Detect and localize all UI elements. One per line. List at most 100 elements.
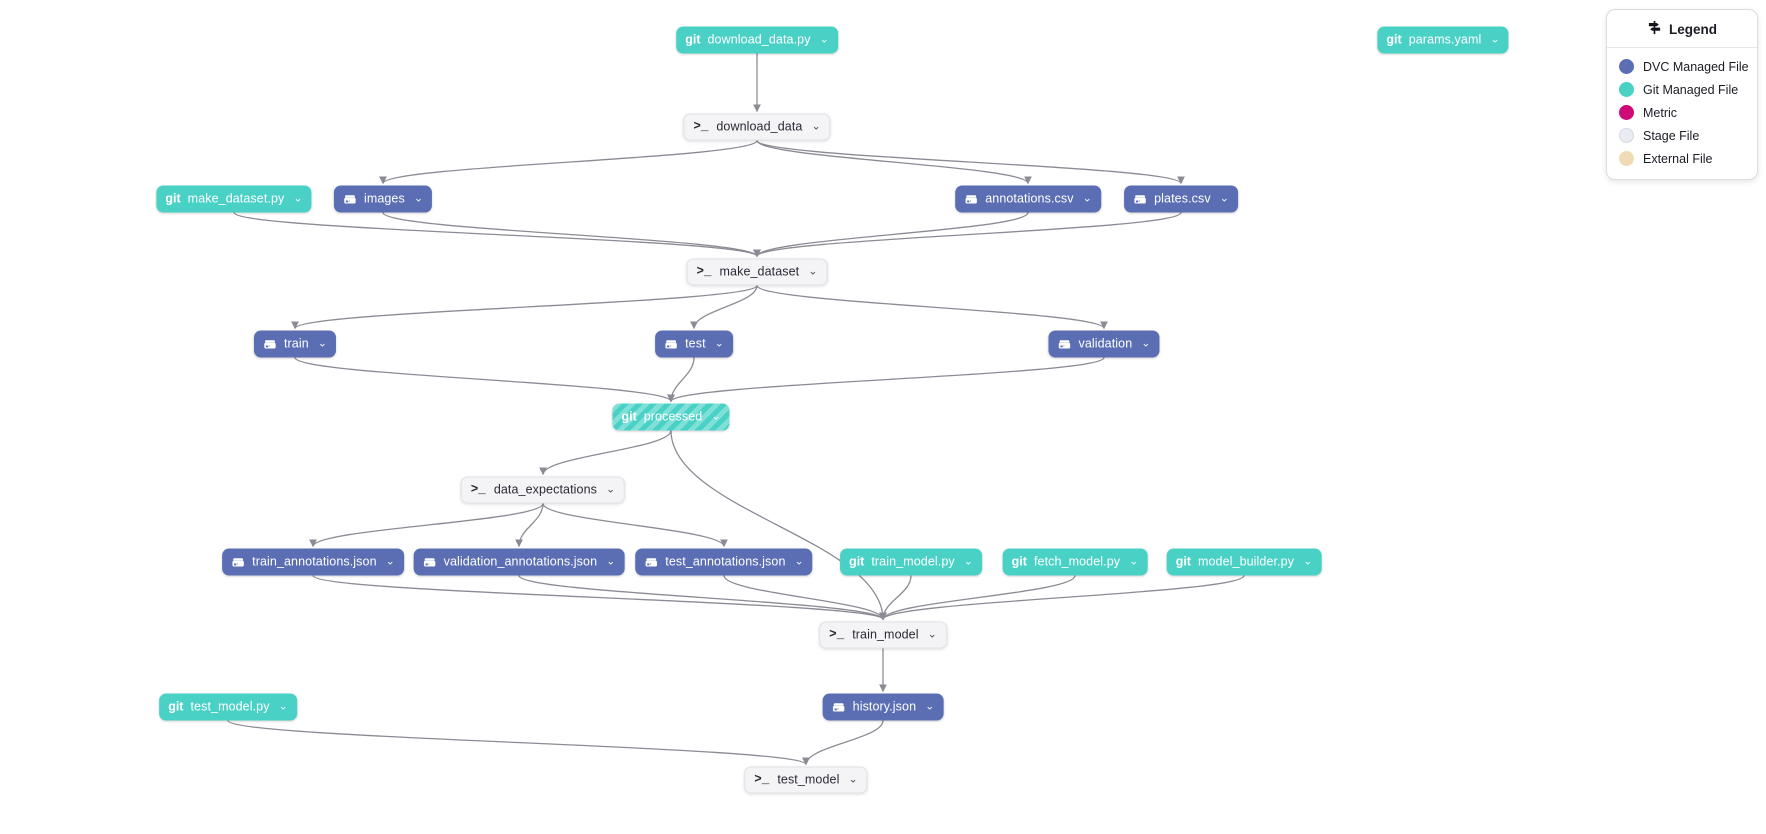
dag-node-train_annotations_json[interactable]: train_annotations.json ⌄ — [222, 548, 404, 576]
dag-node-label: test_annotations.json — [665, 554, 786, 569]
dag-node-train[interactable]: train ⌄ — [253, 330, 337, 358]
dag-node-download_data[interactable]: >_ download_data ⌄ — [683, 113, 831, 141]
dvc-file-icon — [231, 555, 245, 569]
chevron-down-icon[interactable]: ⌄ — [808, 266, 817, 278]
git-icon: git — [849, 554, 865, 569]
dag-edge-train_annotations_json-to-train_model — [312, 574, 887, 621]
legend-swatch-git-managed-file — [1619, 82, 1634, 97]
dag-edge-train-to-processed — [294, 356, 675, 403]
legend-item-metric: Metric — [1607, 101, 1757, 124]
legend-items: DVC Managed File Git Managed File Metric St… — [1607, 48, 1757, 179]
dag-node-label: download_data.py — [707, 32, 811, 47]
dag-node-validation_annotations_json[interactable]: validation_annotations.json ⌄ — [413, 548, 625, 576]
dag-node-test[interactable]: test ⌄ — [655, 330, 733, 358]
dag-node-label: train_annotations.json — [252, 554, 377, 569]
dag-node-label: history.json — [852, 699, 917, 714]
chevron-down-icon[interactable]: ⌄ — [414, 193, 423, 205]
dag-node-history_json[interactable]: history.json ⌄ — [822, 693, 944, 721]
dag-node-model_builder_py[interactable]: git model_builder.py ⌄ — [1166, 548, 1322, 576]
dag-edge-make_dataset_py-to-make_dataset — [233, 211, 761, 258]
dag-node-validation[interactable]: validation ⌄ — [1048, 330, 1160, 358]
dag-node-make_dataset[interactable]: >_ make_dataset ⌄ — [686, 258, 828, 286]
chevron-down-icon[interactable]: ⌄ — [1490, 34, 1499, 46]
dag-node-label: fetch_model.py — [1033, 554, 1121, 569]
dag-node-annotations_csv[interactable]: annotations.csv ⌄ — [955, 185, 1101, 213]
dag-node-download_data_py[interactable]: git download_data.py ⌄ — [676, 26, 838, 54]
dvc-file-icon — [964, 192, 978, 206]
chevron-down-icon[interactable]: ⌄ — [279, 701, 288, 713]
legend-label: Metric — [1643, 105, 1678, 120]
chevron-down-icon[interactable]: ⌄ — [1129, 556, 1138, 568]
dag-node-fetch_model_py[interactable]: git fetch_model.py ⌄ — [1002, 548, 1148, 576]
dag-edge-validation-to-processed — [667, 356, 1105, 403]
dag-node-label: download_data — [716, 119, 803, 134]
dag-node-label: validation — [1078, 336, 1133, 351]
dag-node-label: train_model — [852, 627, 919, 642]
chevron-down-icon[interactable]: ⌄ — [386, 556, 395, 568]
signpost-icon — [1647, 20, 1662, 38]
chevron-down-icon[interactable]: ⌄ — [1141, 338, 1150, 350]
legend-swatch-stage-file — [1619, 128, 1634, 143]
dag-node-train_model[interactable]: >_ train_model ⌄ — [819, 621, 947, 649]
legend-item-stage-file: Stage File — [1607, 124, 1757, 147]
dvc-file-icon — [263, 337, 277, 351]
dag-node-images[interactable]: images ⌄ — [333, 185, 433, 213]
chevron-down-icon[interactable]: ⌄ — [1303, 556, 1312, 568]
chevron-down-icon[interactable]: ⌄ — [715, 338, 724, 350]
legend-swatch-dvc-managed-file — [1619, 59, 1634, 74]
legend-title-text: Legend — [1668, 21, 1717, 37]
legend-title-row: Legend — [1607, 10, 1757, 48]
dag-node-label: annotations.csv — [985, 191, 1074, 206]
dag-edge-test_model_py-to-test_model — [227, 719, 810, 766]
dag-edge-test_annotations_json-to-train_model — [723, 575, 887, 621]
chevron-down-icon[interactable]: ⌄ — [1083, 193, 1092, 205]
legend-label: External File — [1643, 151, 1713, 166]
dag-edge-make_dataset-to-validation — [756, 284, 1108, 330]
git-icon: git — [1386, 32, 1402, 47]
dvc-file-icon — [1133, 192, 1147, 206]
dag-edge-processed-to-data_expectations — [539, 430, 672, 476]
dag-node-test_model[interactable]: >_ test_model ⌄ — [744, 766, 868, 794]
chevron-down-icon[interactable]: ⌄ — [820, 34, 829, 46]
dag-node-params_yaml[interactable]: git params.yaml ⌄ — [1377, 26, 1509, 54]
dag-node-processed[interactable]: git processed ⌄ — [612, 403, 730, 431]
dag-node-label: test_model.py — [190, 699, 270, 714]
chevron-down-icon[interactable]: ⌄ — [848, 774, 857, 786]
dag-edge-test-to-processed — [667, 357, 695, 403]
dag-node-test_annotations_json[interactable]: test_annotations.json ⌄ — [635, 548, 813, 576]
dag-edge-download_data-to-plates_csv — [756, 139, 1185, 185]
chevron-down-icon[interactable]: ⌄ — [925, 701, 934, 713]
legend-item-external-file: External File — [1607, 147, 1757, 170]
dag-node-label: validation_annotations.json — [443, 554, 598, 569]
chevron-down-icon[interactable]: ⌄ — [795, 556, 804, 568]
dag-edge-make_dataset-to-train — [291, 284, 758, 330]
legend-item-dvc-managed-file: DVC Managed File — [1607, 55, 1757, 78]
dag-node-label: test_model — [777, 772, 840, 787]
chevron-down-icon[interactable]: ⌄ — [811, 121, 820, 133]
chevron-down-icon[interactable]: ⌄ — [318, 338, 327, 350]
chevron-down-icon[interactable]: ⌄ — [606, 484, 615, 496]
git-icon: git — [1175, 554, 1191, 569]
chevron-down-icon[interactable]: ⌄ — [928, 629, 937, 641]
dag-node-label: make_dataset — [719, 264, 800, 279]
dag-node-train_model_py[interactable]: git train_model.py ⌄ — [840, 548, 982, 576]
chevron-down-icon[interactable]: ⌄ — [293, 193, 302, 205]
git-icon: git — [621, 409, 637, 424]
dag-node-label: params.yaml — [1408, 32, 1482, 47]
dag-node-label: plates.csv — [1154, 191, 1211, 206]
dag-node-data_expectations[interactable]: >_ data_expectations ⌄ — [460, 476, 626, 504]
dag-canvas[interactable]: git download_data.py ⌄ git params.yaml ⌄ >_ dow… — [0, 0, 1766, 834]
chevron-down-icon[interactable]: ⌄ — [711, 411, 720, 423]
dag-node-plates_csv[interactable]: plates.csv ⌄ — [1124, 185, 1238, 213]
dag-edge-validation_annotations_json-to-train_model — [518, 574, 887, 621]
chevron-down-icon[interactable]: ⌄ — [964, 556, 973, 568]
dag-edge-download_data-to-annotations_csv — [756, 139, 1032, 185]
chevron-down-icon[interactable]: ⌄ — [606, 556, 615, 568]
dag-edge-images-to-make_dataset — [382, 211, 761, 258]
chevron-down-icon[interactable]: ⌄ — [1220, 193, 1229, 205]
dag-node-make_dataset_py[interactable]: git make_dataset.py ⌄ — [156, 185, 312, 213]
legend-panel: Legend DVC Managed File Git Managed File M… — [1606, 9, 1758, 180]
git-icon: git — [685, 32, 701, 47]
dag-node-test_model_py[interactable]: git test_model.py ⌄ — [159, 693, 297, 721]
dag-node-label: data_expectations — [493, 482, 597, 497]
